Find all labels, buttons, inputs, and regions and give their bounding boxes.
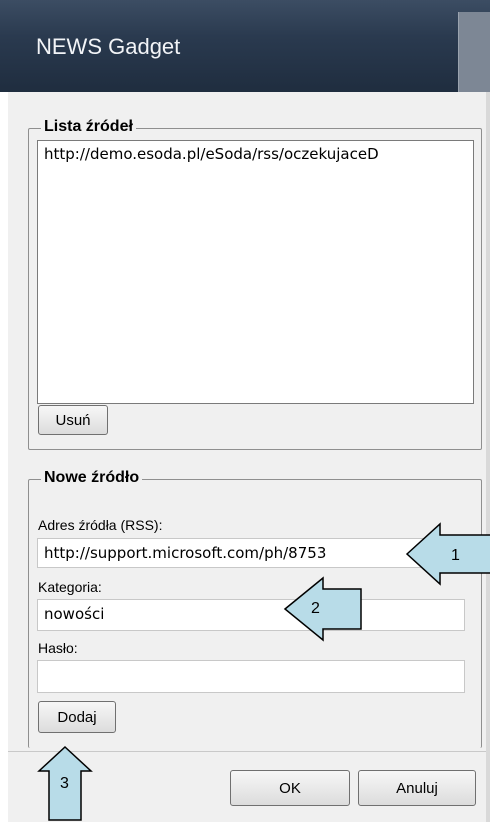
- sources-legend: Lista źródeł: [41, 118, 136, 136]
- new-source-legend: Nowe źródło: [41, 469, 143, 487]
- address-field[interactable]: http://support.microsoft.com/ph/8753: [37, 538, 465, 568]
- cancel-button[interactable]: Anuluj: [358, 770, 476, 806]
- callout-number-1: 1: [451, 547, 460, 564]
- ok-button[interactable]: OK: [230, 770, 350, 806]
- add-button[interactable]: Dodaj: [38, 701, 116, 733]
- remove-button[interactable]: Usuń: [38, 405, 108, 435]
- callout-arrow-1: [405, 522, 490, 586]
- title-bar: NEWS Gadget: [0, 0, 490, 110]
- callout-arrow-2: [283, 576, 362, 642]
- list-item[interactable]: http://demo.esoda.pl/eSoda/rss/oczekujac…: [38, 141, 473, 163]
- category-label: Kategoria:: [38, 579, 102, 595]
- callout-number-2: 2: [311, 600, 320, 617]
- sources-list[interactable]: http://demo.esoda.pl/eSoda/rss/oczekujac…: [37, 140, 474, 404]
- dialog-edge: [486, 92, 490, 822]
- category-field[interactable]: nowości: [37, 599, 465, 631]
- address-label: Adres źródła (RSS):: [38, 517, 163, 533]
- callout-number-3: 3: [60, 775, 69, 792]
- password-label: Hasło:: [38, 640, 78, 656]
- window-title: NEWS Gadget: [36, 34, 181, 59]
- password-field[interactable]: [37, 660, 465, 693]
